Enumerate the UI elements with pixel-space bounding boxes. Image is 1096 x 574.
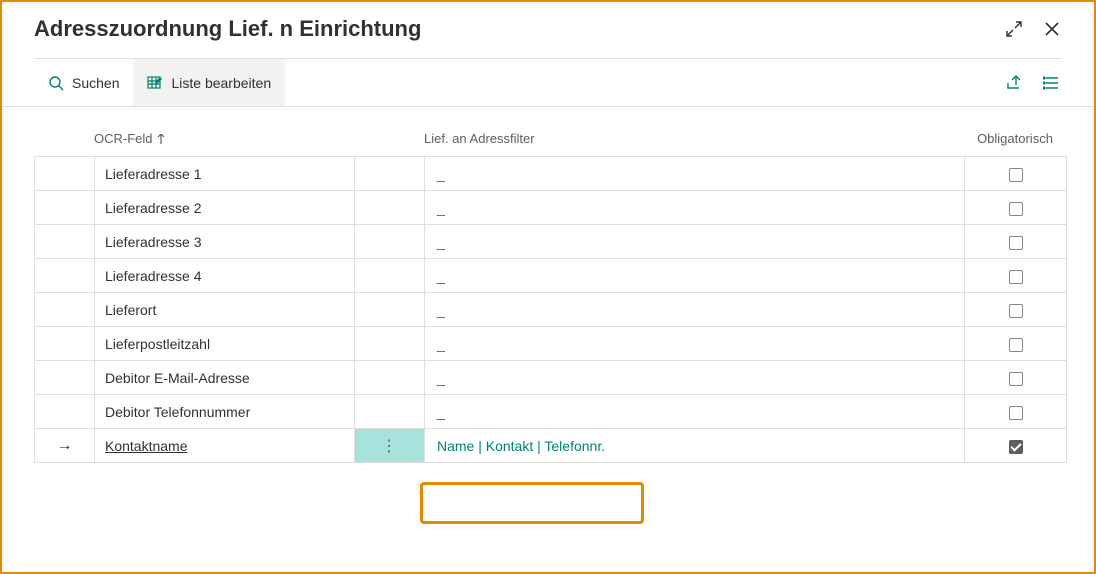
obligatory-checkbox[interactable] — [1009, 406, 1023, 420]
row-menu-cell[interactable] — [355, 157, 425, 191]
search-label: Suchen — [72, 75, 119, 91]
app-window: Adresszuordnung Lief. n Einrichtung — [0, 0, 1096, 574]
ocr-field-cell[interactable]: Kontaktname — [95, 429, 355, 463]
row-menu-cell[interactable]: ⋮ — [355, 429, 425, 463]
ocr-field-cell[interactable]: Lieferadresse 4 — [95, 259, 355, 293]
address-filter-cell[interactable]: _ — [425, 327, 965, 361]
address-filter-cell[interactable]: _ — [425, 259, 965, 293]
table-row[interactable]: Lieferort _ — [35, 293, 1067, 327]
ocr-field-cell[interactable]: Debitor Telefonnummer — [95, 395, 355, 429]
row-indicator — [35, 259, 95, 293]
obligatory-cell[interactable] — [965, 157, 1067, 191]
page-title: Adresszuordnung Lief. n Einrichtung — [34, 16, 421, 42]
address-filter-cell[interactable]: _ — [425, 157, 965, 191]
row-indicator — [35, 395, 95, 429]
row-menu-cell[interactable] — [355, 259, 425, 293]
row-indicator: → — [35, 429, 95, 463]
ocr-field-cell[interactable]: Lieferadresse 3 — [95, 225, 355, 259]
toolbar-left: Suchen Liste bearbeiten — [34, 59, 285, 106]
row-menu-cell[interactable] — [355, 327, 425, 361]
list-view-icon[interactable] — [1042, 73, 1062, 93]
obligatory-cell[interactable] — [965, 259, 1067, 293]
search-button[interactable]: Suchen — [34, 59, 133, 106]
header-actions — [1004, 19, 1062, 39]
obligatory-cell[interactable] — [965, 361, 1067, 395]
address-filter-cell[interactable]: _ — [425, 191, 965, 225]
row-indicator — [35, 293, 95, 327]
row-menu-cell[interactable] — [355, 293, 425, 327]
table-row[interactable]: Lieferpostleitzahl _ — [35, 327, 1067, 361]
address-filter-cell[interactable]: Name | Kontakt | Telefonnr. — [425, 429, 965, 463]
obligatory-cell[interactable] — [965, 395, 1067, 429]
column-header-filter[interactable]: Lief. an Adressfilter — [424, 131, 964, 146]
more-vertical-icon[interactable]: ⋮ — [381, 438, 398, 455]
row-indicator — [35, 157, 95, 191]
address-filter-cell[interactable]: _ — [425, 361, 965, 395]
address-filter-cell[interactable]: _ — [425, 225, 965, 259]
row-menu-cell[interactable] — [355, 191, 425, 225]
column-header-ocr[interactable]: OCR-Feld — [94, 131, 165, 146]
table-row[interactable]: Lieferadresse 4 _ — [35, 259, 1067, 293]
row-menu-cell[interactable] — [355, 225, 425, 259]
toolbar-right — [1004, 73, 1062, 93]
header: Adresszuordnung Lief. n Einrichtung — [2, 2, 1094, 58]
obligatory-cell[interactable] — [965, 225, 1067, 259]
table-row[interactable]: Lieferadresse 1 _ — [35, 157, 1067, 191]
obligatory-cell[interactable] — [965, 293, 1067, 327]
ocr-field-cell[interactable]: Lieferpostleitzahl — [95, 327, 355, 361]
obligatory-cell[interactable] — [965, 327, 1067, 361]
grid-area: OCR-Feld Lief. an Adressfilter Obligator… — [2, 107, 1094, 463]
obligatory-checkbox[interactable] — [1009, 304, 1023, 318]
address-filter-cell[interactable]: _ — [425, 293, 965, 327]
edit-list-label: Liste bearbeiten — [171, 75, 271, 91]
row-menu-cell[interactable] — [355, 395, 425, 429]
sort-asc-icon — [157, 134, 165, 144]
row-indicator — [35, 191, 95, 225]
obligatory-cell[interactable] — [965, 191, 1067, 225]
table-row[interactable]: Lieferadresse 3 _ — [35, 225, 1067, 259]
column-header-oblig[interactable]: Obligatorisch — [964, 131, 1066, 146]
obligatory-checkbox[interactable] — [1009, 372, 1023, 386]
edit-list-button[interactable]: Liste bearbeiten — [133, 59, 285, 106]
obligatory-checkbox[interactable] — [1009, 338, 1023, 352]
toolbar: Suchen Liste bearbeiten — [2, 59, 1094, 107]
arrow-right-icon: → — [57, 437, 73, 454]
obligatory-checkbox[interactable] — [1009, 440, 1023, 454]
obligatory-checkbox[interactable] — [1009, 202, 1023, 216]
table-row[interactable]: → Kontaktname ⋮ Name | Kontakt | Telefonnr. — [35, 429, 1067, 463]
row-indicator — [35, 327, 95, 361]
obligatory-checkbox[interactable] — [1009, 270, 1023, 284]
obligatory-checkbox[interactable] — [1009, 236, 1023, 250]
table-row[interactable]: Debitor Telefonnummer _ — [35, 395, 1067, 429]
obligatory-checkbox[interactable] — [1009, 168, 1023, 182]
expand-icon[interactable] — [1004, 19, 1024, 39]
highlight-annotation — [420, 482, 644, 524]
ocr-field-cell[interactable]: Debitor E-Mail-Adresse — [95, 361, 355, 395]
row-menu-cell[interactable] — [355, 361, 425, 395]
row-indicator — [35, 361, 95, 395]
close-icon[interactable] — [1042, 19, 1062, 39]
ocr-field-cell[interactable]: Lieferadresse 2 — [95, 191, 355, 225]
data-grid: Lieferadresse 1_Lieferadresse 2_Lieferad… — [34, 156, 1067, 463]
table-row[interactable]: Lieferadresse 2 _ — [35, 191, 1067, 225]
address-filter-cell[interactable]: _ — [425, 395, 965, 429]
row-indicator — [35, 225, 95, 259]
table-row[interactable]: Debitor E-Mail-Adresse _ — [35, 361, 1067, 395]
obligatory-cell[interactable] — [965, 429, 1067, 463]
ocr-field-cell[interactable]: Lieferort — [95, 293, 355, 327]
ocr-field-cell[interactable]: Lieferadresse 1 — [95, 157, 355, 191]
grid-header: OCR-Feld Lief. an Adressfilter Obligator… — [34, 131, 1062, 156]
share-icon[interactable] — [1004, 73, 1024, 93]
